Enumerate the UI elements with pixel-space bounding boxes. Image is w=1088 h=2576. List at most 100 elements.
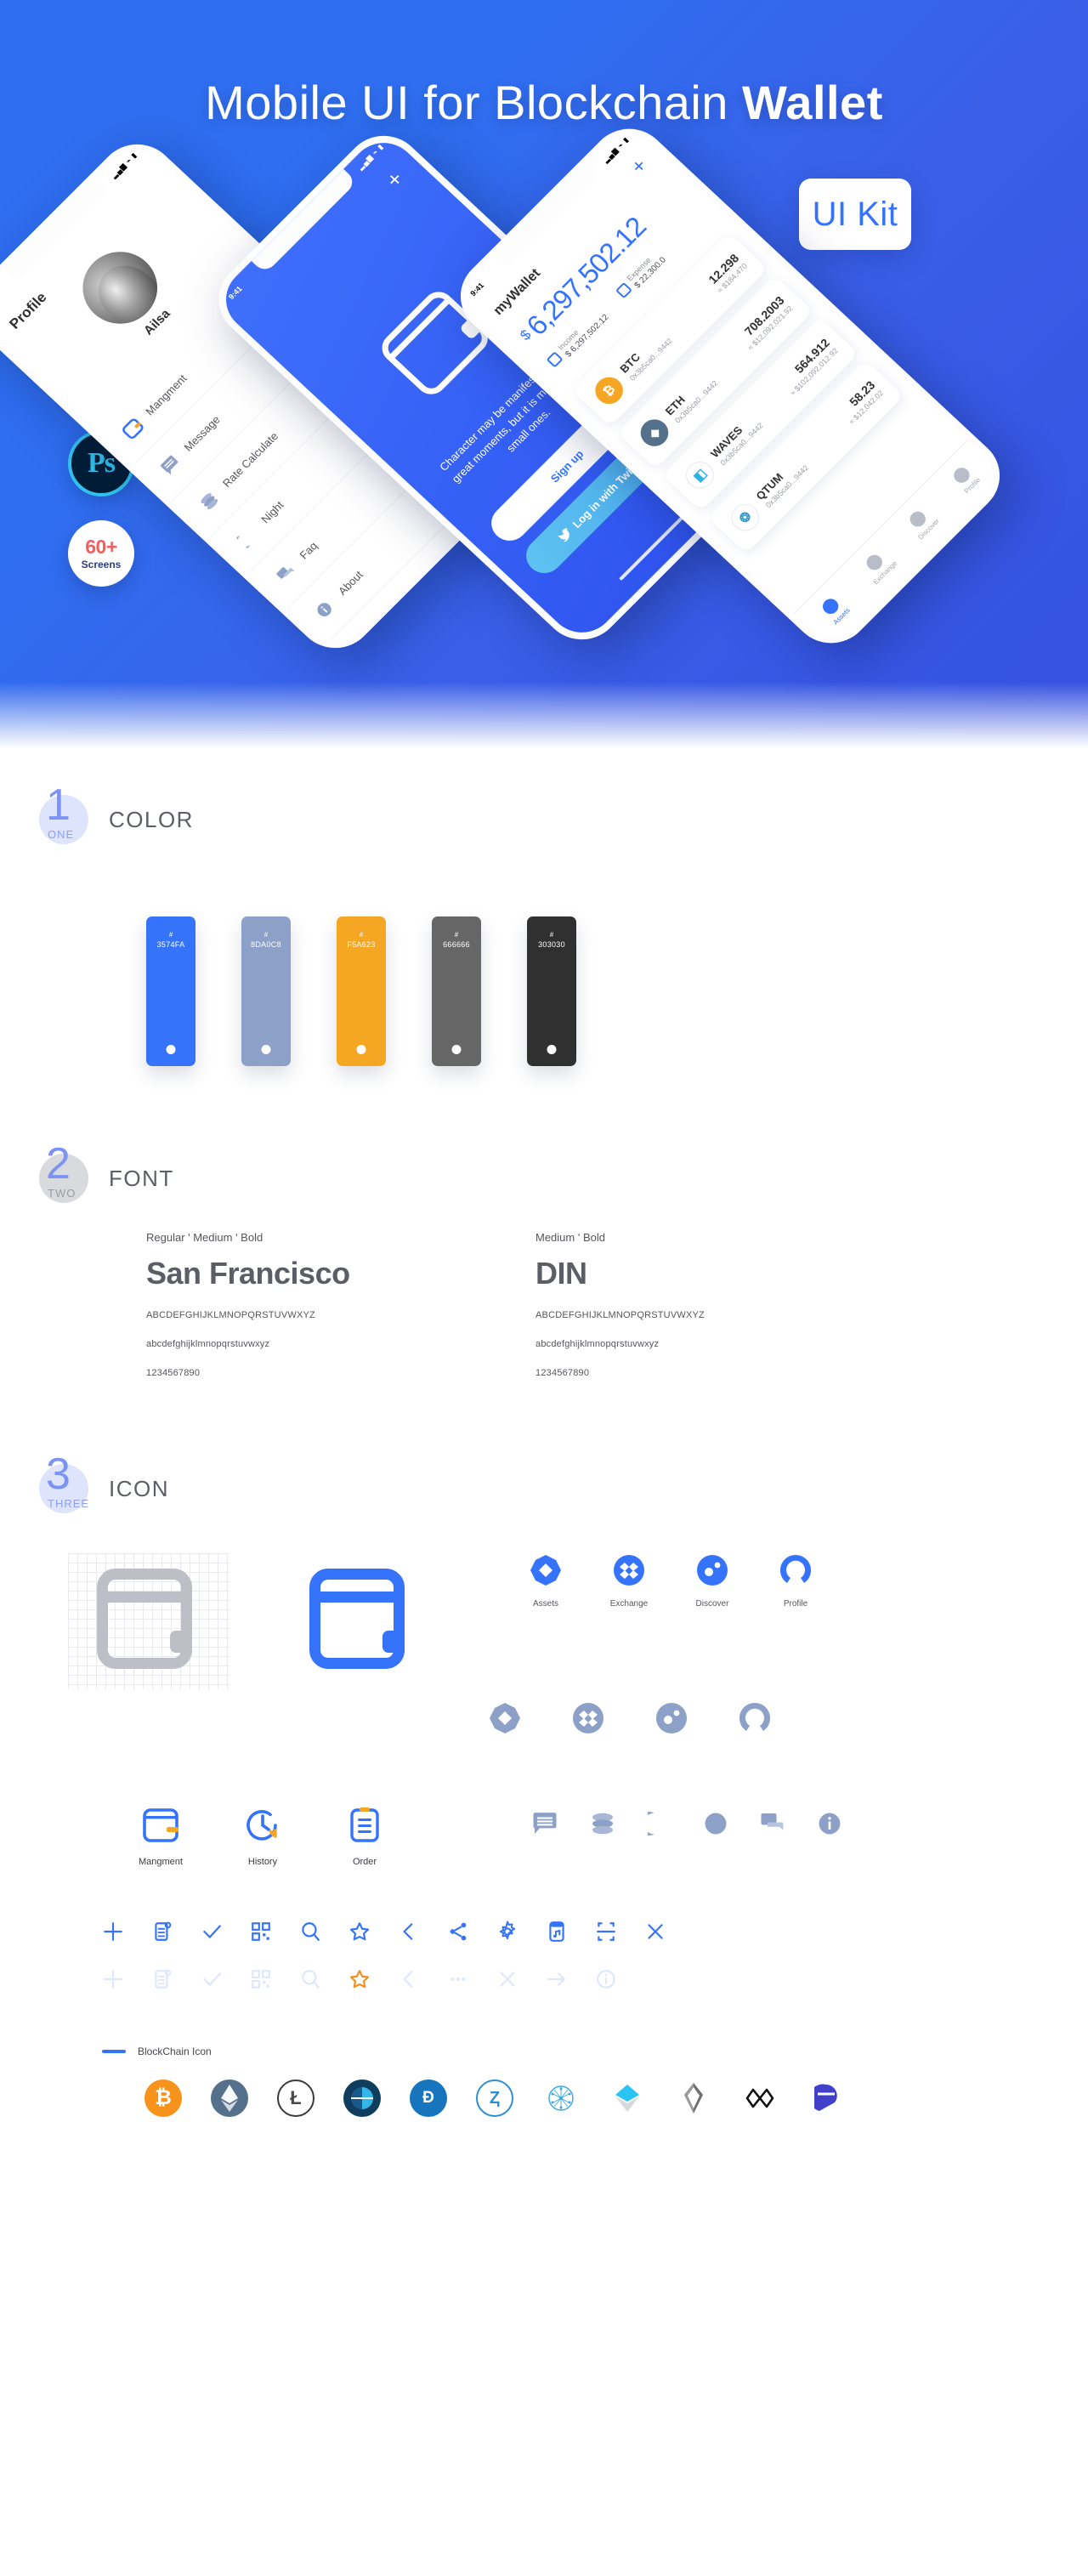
ethereum-icon[interactable] bbox=[211, 2080, 248, 2117]
add-button[interactable]: + bbox=[626, 154, 652, 178]
status-time: 9:41 bbox=[226, 284, 244, 302]
plus-icon[interactable] bbox=[102, 1968, 124, 1990]
bitshares-icon[interactable] bbox=[343, 2080, 381, 2117]
status-icons: ▂▄▆ ⌁ ▮ bbox=[356, 142, 386, 172]
close-icon[interactable] bbox=[496, 1968, 518, 1990]
feature-icon-order[interactable]: Order bbox=[340, 1807, 389, 1867]
page-title: Mobile UI for Blockchain Wallet bbox=[0, 75, 1088, 130]
tab-icon-assets[interactable]: Assets bbox=[522, 1553, 570, 1609]
feature-icon-label: Order bbox=[352, 1857, 377, 1867]
qrcode-icon[interactable] bbox=[250, 1921, 272, 1943]
nano-icon[interactable] bbox=[808, 2080, 845, 2117]
color-swatch[interactable]: # 303030 bbox=[527, 916, 576, 1066]
discover-icon bbox=[697, 1555, 728, 1586]
color-swatch[interactable]: # 8DA0C8 bbox=[241, 916, 291, 1066]
feature-icon-history[interactable]: History bbox=[238, 1807, 287, 1867]
eos-icon[interactable] bbox=[675, 2080, 712, 2117]
tab-icon-discover[interactable]: Discover bbox=[688, 1553, 736, 1609]
gear-icon[interactable] bbox=[496, 1921, 518, 1943]
star-icon[interactable] bbox=[348, 1968, 371, 1990]
share-icon[interactable] bbox=[447, 1921, 469, 1943]
tab-icon-label: Exchange bbox=[609, 1599, 649, 1609]
check-icon[interactable] bbox=[201, 1921, 223, 1943]
section-number-badge: 3 THREE bbox=[34, 1452, 88, 1515]
exchange-icon bbox=[614, 1555, 644, 1586]
font-uppercase: ABCDEFGHIJKLMNOPQRSTUVWXYZ bbox=[536, 1310, 705, 1320]
chevron-left-icon[interactable] bbox=[398, 1921, 420, 1943]
dash-icon[interactable]: Ð bbox=[410, 2080, 447, 2117]
swatch-hash: # bbox=[359, 931, 364, 939]
color-swatch[interactable]: # 3574FA bbox=[146, 916, 196, 1066]
zcash-icon[interactable]: Ⱬ bbox=[476, 2080, 513, 2117]
message-icon[interactable] bbox=[532, 1812, 558, 1836]
note-settings-icon[interactable] bbox=[151, 1921, 173, 1943]
chat-icon[interactable] bbox=[760, 1812, 785, 1836]
stack-icon[interactable] bbox=[590, 1812, 615, 1836]
font-lowercase: abcdefghijklmnopqrstuvwxyz bbox=[536, 1339, 660, 1349]
qtum-icon: ❂ bbox=[725, 498, 765, 536]
note-settings-icon[interactable] bbox=[151, 1968, 173, 1990]
feature-icon-mangment[interactable]: Mangment bbox=[136, 1807, 185, 1867]
section-number: 1 bbox=[46, 780, 71, 830]
font-digits: 1234567890 bbox=[146, 1368, 201, 1378]
search-icon[interactable] bbox=[299, 1968, 321, 1990]
plus-icon[interactable] bbox=[102, 1921, 124, 1943]
circle-icon[interactable] bbox=[704, 1812, 728, 1836]
ui-kit-badge: UI Kit bbox=[799, 179, 911, 250]
qrcode-icon[interactable] bbox=[250, 1968, 272, 1990]
section-number-word: ONE bbox=[48, 828, 75, 841]
ui-kit-badge-label: UI Kit bbox=[812, 195, 898, 233]
search-icon[interactable] bbox=[299, 1921, 321, 1943]
qtum-icon[interactable] bbox=[542, 2080, 580, 2117]
more-icon[interactable] bbox=[447, 1968, 469, 1990]
color-section: 1 ONE COLOR # 3574FA # 8DA0C8 # F5A623 #… bbox=[0, 748, 1088, 1066]
tab-icon-set-faded bbox=[488, 1701, 1088, 1735]
profile-icon bbox=[779, 1554, 812, 1583]
waves-icon: ◧ bbox=[680, 456, 720, 495]
feature-icon-label: History bbox=[247, 1857, 278, 1867]
add-button[interactable]: + bbox=[381, 166, 409, 192]
info-icon[interactable] bbox=[595, 1968, 617, 1990]
feature-icon-row: Mangment History Order bbox=[0, 1807, 1088, 1867]
arrow-right-icon[interactable] bbox=[546, 1968, 568, 1990]
color-swatch[interactable]: # F5A623 bbox=[337, 916, 386, 1066]
blockchain-icon-header: BlockChain Icon bbox=[0, 2045, 1088, 2057]
tab-icon-set: Assets Exchange Discover Profile bbox=[522, 1553, 819, 1609]
color-swatch[interactable]: # 666666 bbox=[432, 916, 481, 1066]
swatch-hex: 3574FA bbox=[156, 940, 185, 949]
assets-icon-faded bbox=[490, 1703, 520, 1733]
font-section: 2 TWO FONT Regular ʹ Medium ʹ Bold San F… bbox=[0, 1139, 1088, 1378]
font-digits: 1234567890 bbox=[536, 1368, 590, 1378]
info-icon[interactable] bbox=[818, 1812, 842, 1836]
tab-icon-profile[interactable]: Profile bbox=[772, 1553, 819, 1609]
assets-icon bbox=[530, 1555, 561, 1586]
expense-arrow-icon bbox=[615, 282, 632, 299]
tab-profile[interactable]: Profile bbox=[934, 448, 997, 509]
blockchain-coin-list: ₿ Ł Ð Ⱬ bbox=[0, 2080, 1088, 2193]
home-indicator bbox=[619, 512, 688, 582]
phone-music-icon[interactable] bbox=[546, 1921, 568, 1943]
tab-icon-exchange[interactable]: Exchange bbox=[605, 1553, 653, 1609]
section-number: 2 bbox=[46, 1139, 71, 1189]
font-column-din: Medium ʹ Bold DIN ABCDEFGHIJKLMNOPQRSTUV… bbox=[536, 1231, 910, 1378]
check-icon[interactable] bbox=[201, 1968, 223, 1990]
discover-icon-faded bbox=[656, 1703, 687, 1733]
moon-icon[interactable] bbox=[648, 1812, 672, 1836]
chevron-left-icon[interactable] bbox=[398, 1968, 420, 1990]
section-number-badge: 1 ONE bbox=[34, 783, 88, 846]
list-item-label: Message bbox=[181, 413, 223, 454]
bitcoin-icon[interactable]: ₿ bbox=[144, 2080, 182, 2117]
scan-icon[interactable] bbox=[595, 1921, 617, 1943]
close-icon[interactable] bbox=[644, 1921, 666, 1943]
star-icon[interactable] bbox=[348, 1921, 371, 1943]
litecoin-icon[interactable]: Ł bbox=[277, 2080, 314, 2117]
feature-icon-label: Mangment bbox=[139, 1857, 183, 1867]
monero-icon[interactable] bbox=[741, 2080, 779, 2117]
font-weights: Medium ʹ Bold bbox=[536, 1231, 605, 1244]
tab-icon-label: Discover bbox=[695, 1599, 729, 1609]
lisk-icon[interactable] bbox=[609, 2080, 646, 2117]
section-number: 3 bbox=[46, 1450, 71, 1499]
swatch-hash: # bbox=[454, 931, 459, 939]
wallet-management-icon bbox=[143, 1808, 178, 1842]
bitcoin-icon: ₿ bbox=[589, 372, 629, 410]
